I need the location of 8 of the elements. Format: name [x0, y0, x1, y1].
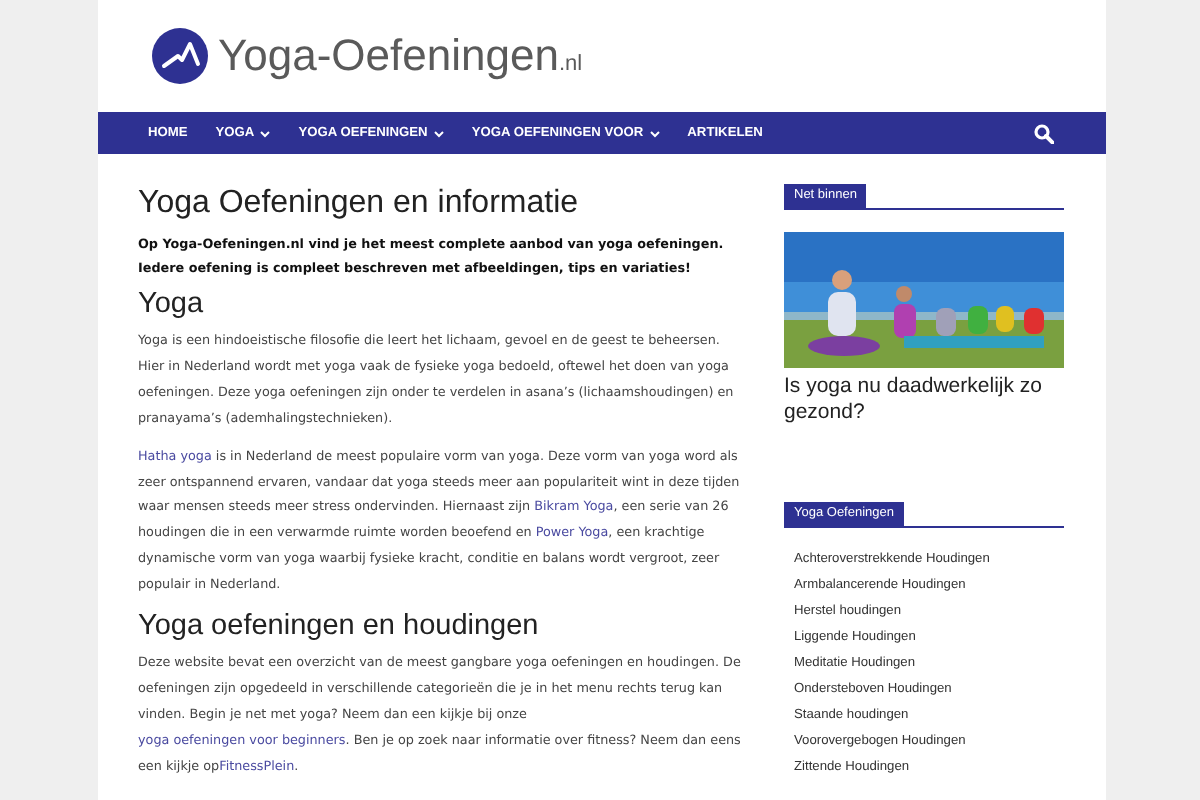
search-icon: [1034, 123, 1054, 143]
post-title-link[interactable]: Is yoga nu daadwerkelijk zo gezond?: [784, 374, 1064, 426]
logo-icon: [152, 28, 208, 84]
page-title: Yoga Oefeningen en informatie: [138, 184, 581, 224]
section-heading: Yoga: [138, 288, 206, 320]
section-heading: Yoga oefeningen en houdingen: [138, 610, 541, 643]
site-logo-text[interactable]: Yoga-Oefeningen.nl: [218, 30, 583, 82]
search-button[interactable]: [1034, 123, 1054, 143]
